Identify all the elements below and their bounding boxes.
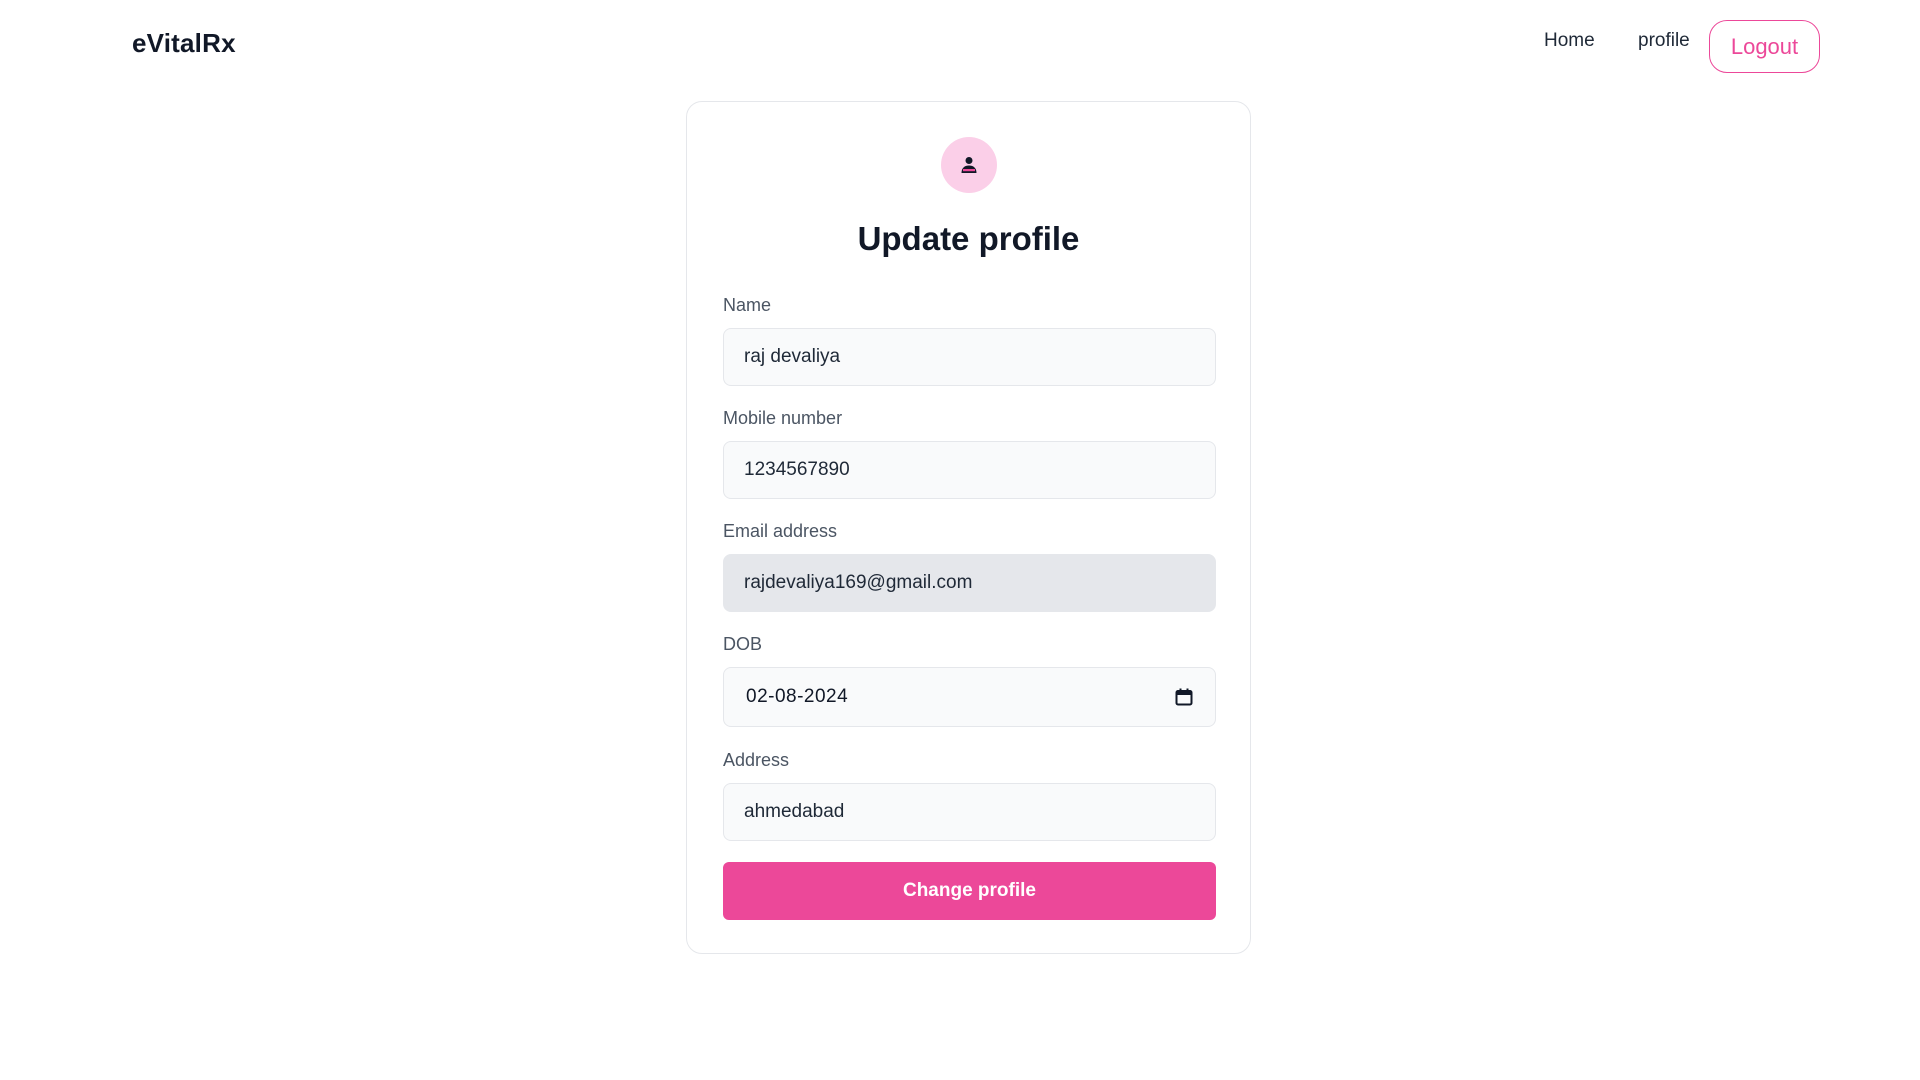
dob-field[interactable]: 02-08-2024 bbox=[723, 667, 1216, 727]
update-profile-card: Update profile Name Mobile number Email … bbox=[686, 101, 1251, 954]
nav-link-profile[interactable]: profile bbox=[1638, 30, 1690, 52]
avatar bbox=[941, 137, 997, 193]
name-label: Name bbox=[723, 295, 772, 315]
name-field[interactable] bbox=[723, 328, 1216, 386]
address-label: Address bbox=[723, 750, 790, 770]
brand-logo[interactable]: eVitalRx bbox=[132, 28, 236, 59]
page-title: Update profile bbox=[857, 220, 1080, 257]
nav-link-home[interactable]: Home bbox=[1544, 30, 1595, 52]
address-field[interactable] bbox=[723, 783, 1216, 841]
calendar-icon[interactable] bbox=[1175, 688, 1193, 706]
mobile-label: Mobile number bbox=[723, 408, 843, 428]
logout-button[interactable]: Logout bbox=[1709, 20, 1820, 73]
email-label: Email address bbox=[723, 521, 838, 541]
dob-label: DOB bbox=[723, 634, 763, 654]
mobile-field[interactable] bbox=[723, 441, 1216, 499]
email-field bbox=[723, 554, 1216, 612]
user-icon bbox=[961, 157, 977, 173]
change-profile-button[interactable]: Change profile bbox=[723, 862, 1216, 920]
navbar: eVitalRx Home profile Logout bbox=[0, 0, 1920, 96]
dob-value: 02-08-2024 bbox=[746, 686, 849, 707]
